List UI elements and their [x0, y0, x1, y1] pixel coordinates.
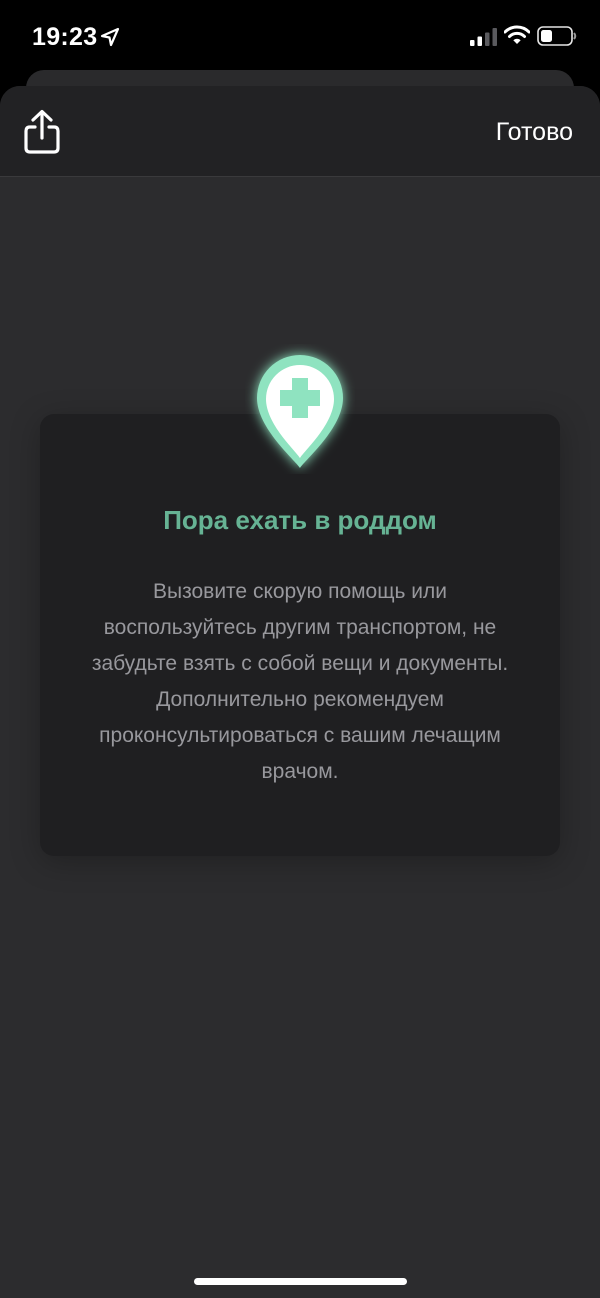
home-indicator[interactable]	[194, 1278, 407, 1285]
info-card: Пора ехать в роддом Вызовите скорую помо…	[40, 414, 560, 856]
status-time: 19:23	[32, 23, 98, 51]
modal-sheet: Готово Пора ехать в роддом Вызовите скор…	[0, 86, 600, 1298]
card-title: Пора ехать в роддом	[163, 505, 437, 535]
sheet-header: Готово	[0, 86, 600, 177]
app-screen: 19:23 Готово Пора ехать в роддом Вызовит…	[0, 0, 600, 1298]
status-bar: 19:23	[0, 0, 600, 70]
done-button[interactable]: Готово	[496, 116, 573, 148]
battery-icon	[537, 26, 577, 46]
share-icon[interactable]	[20, 108, 64, 156]
medical-location-pin-icon	[257, 355, 343, 468]
cellular-signal-icon	[470, 28, 497, 46]
card-body: Вызовите скорую помощь или воспользуйтес…	[91, 580, 509, 783]
location-arrow-icon	[100, 27, 120, 47]
wifi-icon	[504, 25, 530, 44]
